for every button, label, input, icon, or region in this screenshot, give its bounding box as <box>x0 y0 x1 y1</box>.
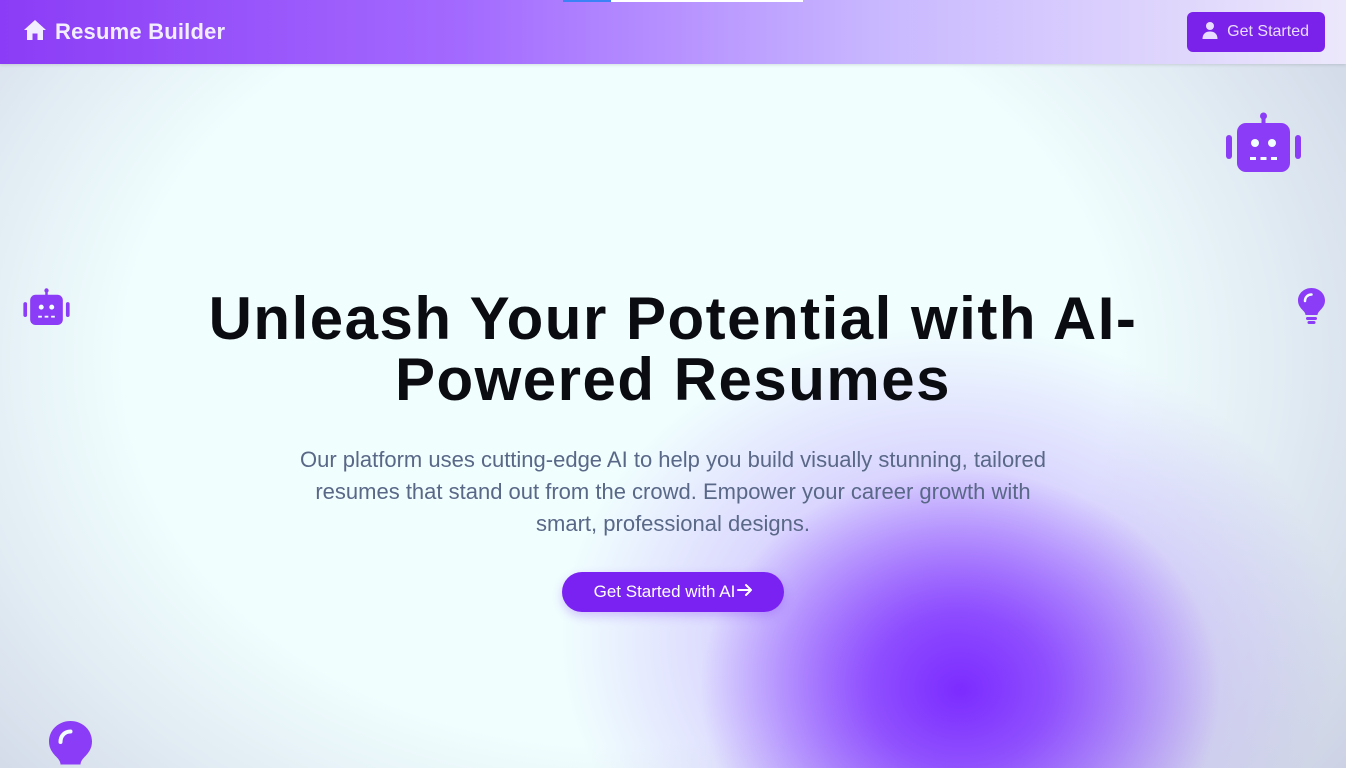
arrow-right-icon <box>735 581 754 604</box>
get-started-with-ai-button[interactable]: Get Started with AI <box>561 572 785 612</box>
scroll-indicator <box>563 0 803 2</box>
top-navbar: Resume Builder Get Started <box>0 0 1346 64</box>
cta-label: Get Started with AI <box>593 582 736 601</box>
hero-title: Unleash Your Potential with AI-Powered R… <box>208 285 1138 413</box>
robot-icon <box>1226 112 1301 172</box>
hero-subtitle: Our platform uses cutting-edge AI to hel… <box>300 447 1046 536</box>
hero-section: Unleash Your Potential with AI-Powered R… <box>0 288 1346 612</box>
brand[interactable]: Resume Builder <box>23 19 225 46</box>
user-icon <box>1201 21 1219 44</box>
brand-title: Resume Builder <box>55 19 226 44</box>
get-started-button[interactable]: Get Started <box>1187 12 1325 52</box>
lightbulb-icon <box>49 721 92 765</box>
get-started-label: Get Started <box>1227 23 1309 40</box>
home-icon <box>23 19 47 46</box>
